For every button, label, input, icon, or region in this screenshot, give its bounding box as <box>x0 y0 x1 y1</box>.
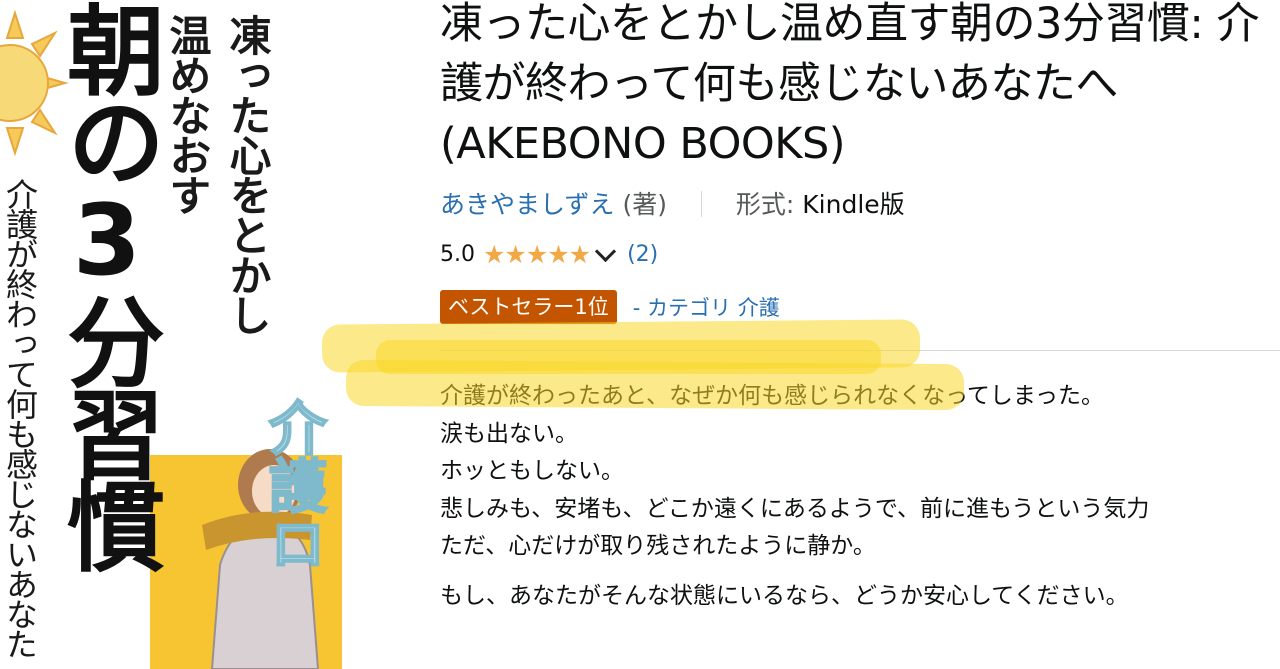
byline-divider <box>700 191 702 217</box>
book-cover-image[interactable]: 凍った心をとかし 温めなおす 朝の3分習慣 介護が終わって何も感じないあなた 介… <box>0 0 342 669</box>
cover-care-label: 介護ロ <box>258 397 328 573</box>
rating-count-link[interactable]: (2) <box>627 242 658 267</box>
description-line: 悲しみも、安堵も、どこか遠くにあるようで、前に進もうという気力 <box>440 495 1150 522</box>
description-line: 介護が終わったあと、なぜか何も感じられなくなってしまった。 <box>440 383 1105 409</box>
section-divider <box>440 350 1280 351</box>
description-line: ただ、心だけが取り残されたように静か。 <box>440 533 876 559</box>
cover-subtitle-line2: 温めなおす <box>163 14 212 214</box>
cover-side-text: 介護が終わって何も感じないあなた <box>1 178 39 658</box>
rating-row: 5.0 ★★★★★ (2) <box>440 240 658 269</box>
bestseller-badge[interactable]: ベストセラー1位 <box>440 290 617 324</box>
product-details: 凍った心をとかし温め直す朝の3分習慣: 介護が終わって何も感じないあなたへ (A… <box>440 0 1280 669</box>
chevron-down-icon[interactable] <box>594 240 617 263</box>
bestseller-row: ベストセラー1位 - カテゴリ 介護 <box>440 290 780 324</box>
author-link[interactable]: あきやましずえ <box>440 190 615 219</box>
format-label: 形式: <box>735 190 795 219</box>
description-line: 涙も出ない。 <box>440 420 578 447</box>
byline: あきやましずえ (著) 形式: Kindle版 <box>440 185 905 221</box>
rating-value: 5.0 <box>440 242 475 267</box>
star-rating-icon[interactable]: ★★★★★ <box>483 240 591 269</box>
category-link[interactable]: - カテゴリ 介護 <box>633 292 780 322</box>
cover-main-title: 朝の3分習慣 <box>50 0 164 568</box>
description-line: もし、あなたがそんな状態にいるなら、どうか安心してください。 <box>440 582 1129 609</box>
product-description: 介護が終わったあと、なぜか何も感じられなくなってしまった。 涙も出ない。 ホッと… <box>440 378 1149 615</box>
product-title: 凍った心をとかし温め直す朝の3分習慣: 介護が終わって何も感じないあなたへ (A… <box>440 0 1260 169</box>
description-line: ホッともしない。 <box>440 458 624 484</box>
author-role: (著) <box>622 190 667 219</box>
cover-subtitle-line1: 凍った心をとかし <box>223 14 272 334</box>
format-value: Kindle版 <box>802 190 905 219</box>
